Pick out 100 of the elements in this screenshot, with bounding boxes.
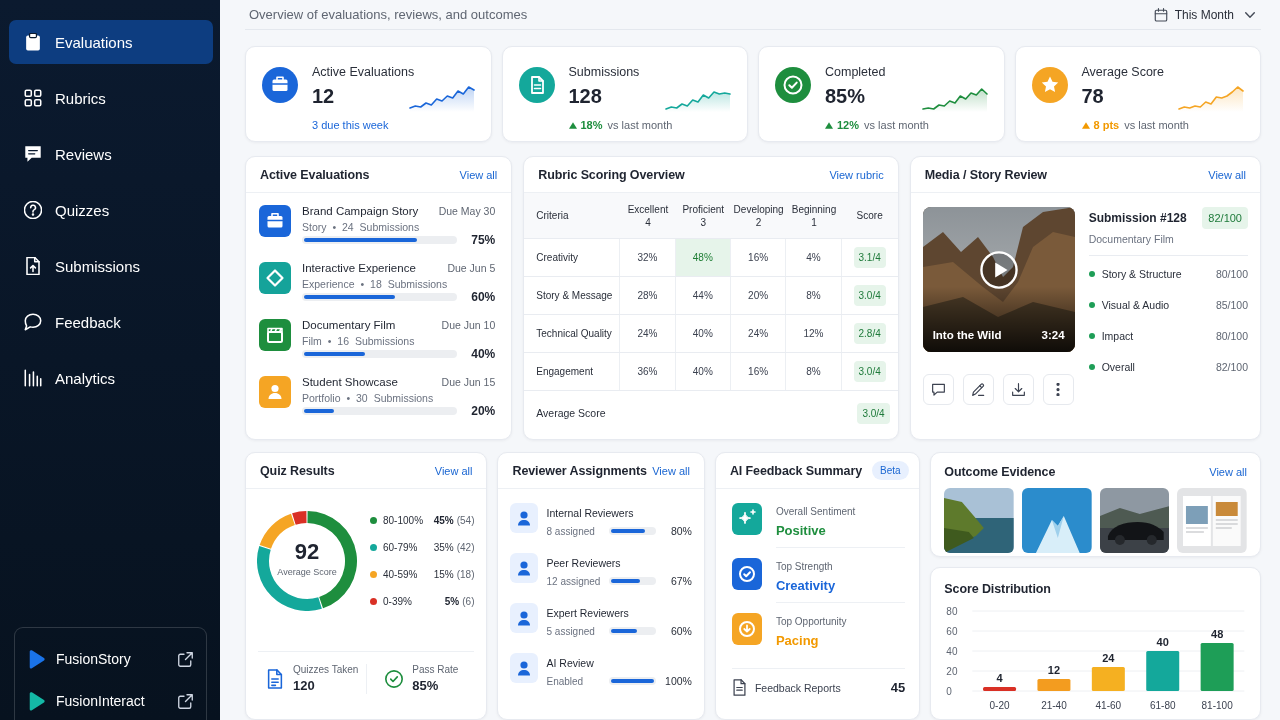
stat-title: Active Evaluations bbox=[312, 65, 415, 80]
external-link-icon bbox=[178, 651, 193, 667]
more-button[interactable] bbox=[1042, 374, 1074, 405]
x-axis-label: 81-100 bbox=[1201, 700, 1234, 711]
average-label: Average Score bbox=[536, 407, 606, 419]
table-cell: 20% bbox=[730, 277, 787, 314]
dot-icon bbox=[1088, 301, 1095, 308]
progress-percent: 75% bbox=[470, 233, 496, 247]
person-icon bbox=[510, 503, 539, 533]
feedback-value: Creativity bbox=[775, 578, 836, 593]
bar-value-label: 48 bbox=[1211, 628, 1224, 640]
criterion-score: 85/100 bbox=[1215, 298, 1248, 311]
due-date: Due Jun 10 bbox=[441, 319, 496, 331]
evaluation-meta: Film • 16 Submissions bbox=[302, 335, 415, 347]
nav-item[interactable]: Evaluations bbox=[9, 20, 213, 64]
beta-badge: Beta bbox=[872, 461, 909, 480]
legend-label: 40-59% bbox=[383, 569, 418, 580]
nav-item[interactable]: Rubrics bbox=[9, 76, 213, 120]
stat-title: Submissions bbox=[568, 65, 640, 80]
legend-share: 5% bbox=[444, 596, 460, 607]
comparison-text: vs last month bbox=[864, 118, 929, 132]
dot-icon bbox=[1088, 332, 1095, 339]
view-link[interactable]: View rubric bbox=[829, 168, 884, 181]
stat-title: Average Score bbox=[1081, 65, 1164, 80]
reports-count: 45 bbox=[890, 680, 906, 695]
criterion-score: 80/100 bbox=[1215, 267, 1248, 280]
criterion-cell: Story & Message bbox=[524, 277, 621, 314]
comment-icon bbox=[931, 383, 945, 396]
table-cell: 8% bbox=[786, 277, 842, 314]
check-circle-icon bbox=[385, 669, 404, 689]
panel-title: Media / Story Review bbox=[924, 167, 1047, 182]
criterion-label: Impact bbox=[1101, 329, 1134, 342]
view-link[interactable]: View all bbox=[434, 464, 473, 477]
progress-percent: 67% bbox=[669, 575, 692, 587]
table-cell: 40% bbox=[675, 315, 731, 352]
nav-item[interactable]: Reviews bbox=[9, 132, 213, 176]
document-icon bbox=[731, 679, 747, 696]
comment-button[interactable] bbox=[922, 374, 954, 405]
view-link[interactable]: View all bbox=[1208, 168, 1246, 181]
message-icon bbox=[24, 145, 42, 163]
view-link[interactable]: View all bbox=[459, 168, 498, 181]
period-dropdown[interactable]: This Month bbox=[1151, 5, 1261, 24]
table-cell: 24% bbox=[620, 315, 676, 352]
table-cell: 44% bbox=[675, 277, 731, 314]
calendar-icon bbox=[1153, 7, 1168, 22]
clipboard-icon bbox=[24, 33, 42, 51]
download-button[interactable] bbox=[1002, 374, 1034, 405]
bar-value-label: 24 bbox=[1102, 652, 1115, 664]
file-upload-icon bbox=[24, 257, 42, 275]
legend-count: (18) bbox=[456, 569, 475, 580]
person-icon bbox=[510, 653, 539, 683]
dot-icon bbox=[1088, 363, 1095, 370]
due-date: Due Jun 15 bbox=[441, 376, 496, 388]
comparison-text: vs last month bbox=[607, 118, 673, 132]
bar-value-label: 12 bbox=[1048, 664, 1061, 676]
nav-item[interactable]: Quizzes bbox=[9, 188, 213, 232]
submission-title: Submission #128 bbox=[1088, 211, 1187, 225]
column-header: Proficient bbox=[682, 202, 725, 216]
criterion-label: Visual & Audio bbox=[1101, 298, 1170, 311]
stat-value: 78 bbox=[1081, 84, 1104, 109]
y-axis-label: 40 bbox=[946, 645, 958, 657]
nav-item[interactable]: Feedback bbox=[9, 300, 213, 344]
play-icon[interactable] bbox=[979, 251, 1018, 289]
app-link[interactable]: FusionStory bbox=[15, 636, 206, 682]
table-cell: 4% bbox=[786, 239, 842, 276]
due-date: Due May 30 bbox=[438, 205, 496, 217]
criterion-cell: Engagement bbox=[524, 353, 621, 390]
app-link[interactable]: FusionInteract bbox=[15, 682, 206, 720]
nav-item[interactable]: Submissions bbox=[9, 244, 213, 288]
column-header: Developing bbox=[733, 202, 784, 216]
legend-label: 60-79% bbox=[383, 542, 418, 553]
video-title: Into the Wild bbox=[932, 329, 1002, 341]
view-link[interactable]: View all bbox=[652, 464, 690, 477]
y-axis-label: 0 bbox=[946, 685, 953, 697]
progress-percent: 20% bbox=[470, 404, 496, 418]
progress-percent: 80% bbox=[669, 525, 692, 537]
reviewer-detail: 8 assigned bbox=[546, 525, 596, 537]
table-cell: 16% bbox=[730, 353, 787, 390]
evaluation-title: Documentary Film bbox=[302, 319, 396, 331]
download-icon bbox=[1011, 383, 1025, 396]
stat-note: 3 due this week bbox=[312, 118, 389, 132]
panel-title: Outcome Evidence bbox=[944, 465, 1056, 479]
nav-item[interactable]: Analytics bbox=[9, 356, 213, 400]
progress-percent: 60% bbox=[669, 625, 692, 637]
legend-count: (6) bbox=[462, 596, 475, 607]
photo-placeholder[interactable] bbox=[1099, 488, 1170, 553]
bar bbox=[1092, 667, 1126, 691]
y-axis-label: 20 bbox=[946, 665, 958, 677]
table-cell: 48% bbox=[675, 239, 731, 276]
pencil-icon bbox=[971, 383, 985, 396]
legend-share: 45% bbox=[433, 515, 454, 526]
y-axis-label: 60 bbox=[946, 625, 958, 637]
x-axis-label: 21-40 bbox=[1041, 700, 1068, 711]
legend-label: 80-100% bbox=[383, 515, 424, 526]
edit-button[interactable] bbox=[962, 374, 994, 405]
person-icon bbox=[510, 553, 539, 583]
view-link[interactable]: View all bbox=[1209, 466, 1247, 478]
feedback-label: Top Strength bbox=[775, 561, 834, 572]
reviewer-detail: 12 assigned bbox=[546, 575, 602, 587]
legend-label: 0-39% bbox=[383, 596, 412, 607]
